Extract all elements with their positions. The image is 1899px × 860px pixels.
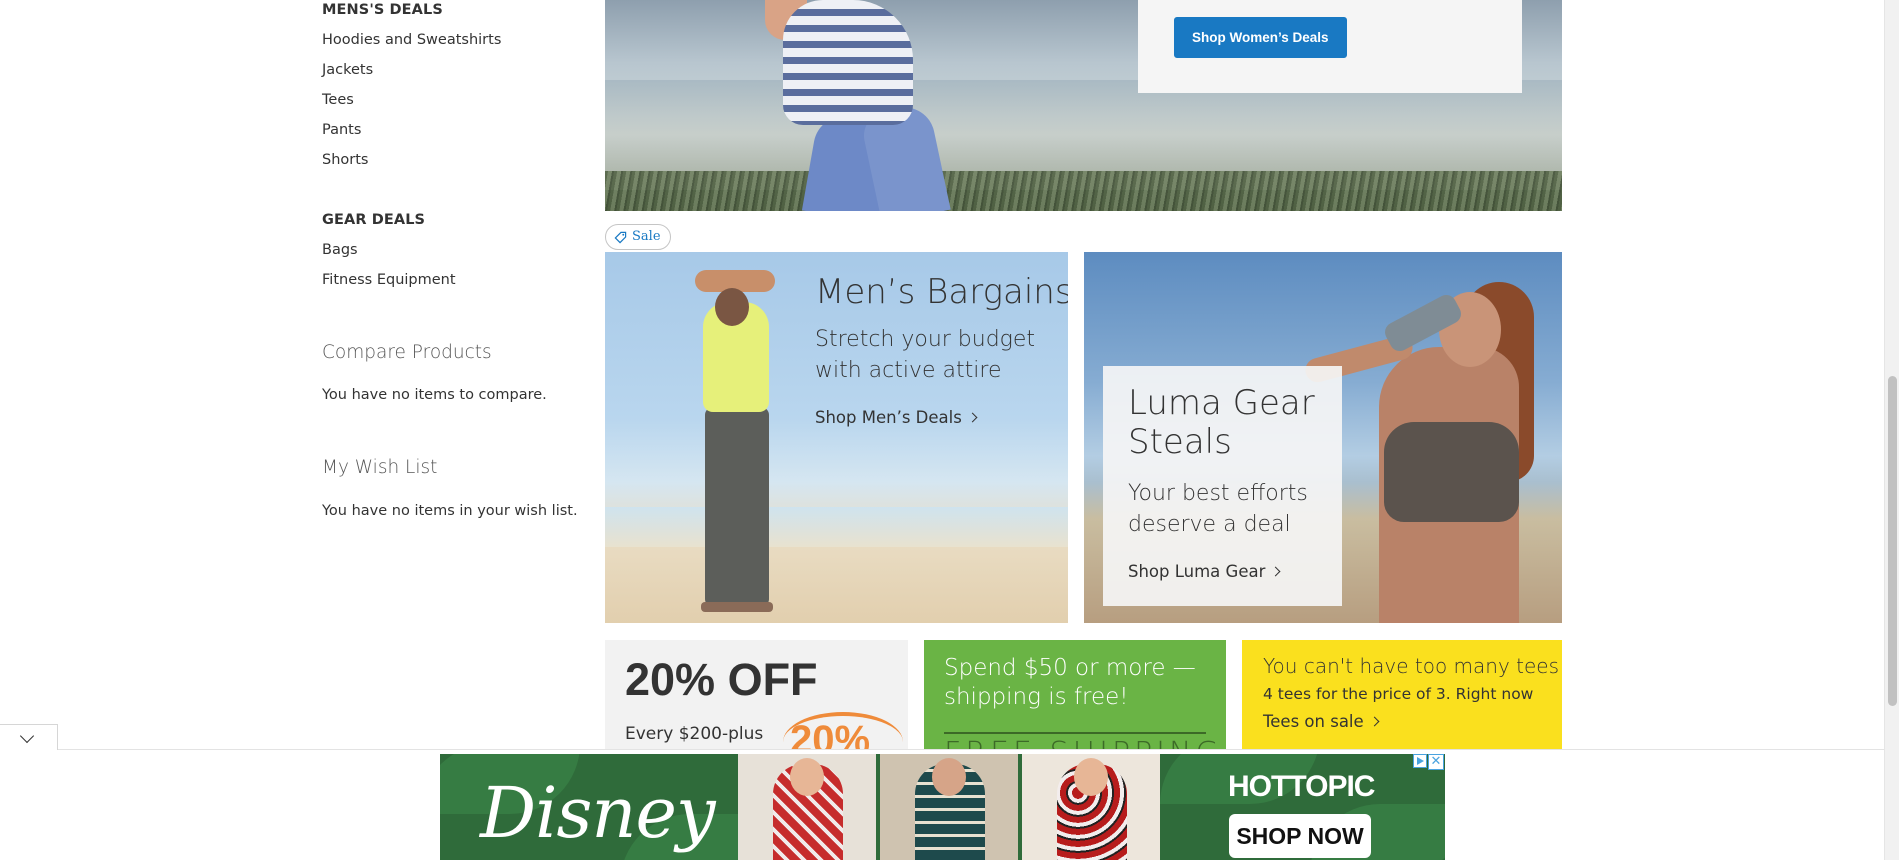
ad-close-button[interactable]: ✕ [1428,754,1444,770]
womens-deals-hero: Shop Women’s Deals [605,0,1562,211]
luma-gear-panel: Luma Gear Steals Your best efforts deser… [1103,366,1342,606]
twenty-off-graphic-text: 20% [790,718,871,750]
scrollbar-thumb[interactable] [1888,376,1897,706]
tees-promo-subtitle: 4 tees for the price of 3. Right now [1263,685,1534,703]
chevron-right-icon [1270,566,1281,577]
mens-bargains-title: Men’s Bargains [815,272,1068,312]
shop-luma-gear-label: Shop Luma Gear [1128,562,1266,581]
ad-photo [738,754,876,860]
ad-collapse-toggle[interactable] [0,724,58,750]
chevron-down-icon [19,728,35,744]
wishlist-title: My Wish List [322,457,438,478]
woman-sports-bra [1384,422,1519,522]
shop-luma-gear-link[interactable]: Shop Luma Gear [1128,562,1281,581]
mens-deals-heading: MENS'S DEALS [322,2,443,18]
free-shipping-banner: FREE SHIPPING [944,736,1223,750]
ad-model-face [1074,758,1108,796]
tees-on-sale-label: Tees on sale [1263,712,1364,731]
tees-on-sale-link[interactable]: Tees on sale [1263,712,1380,731]
free-shipping-divider [944,732,1206,734]
luma-gear-title: Luma Gear Steals [1128,383,1315,462]
compare-empty-text: You have no items to compare. [322,387,547,403]
chevron-right-icon [1369,716,1380,727]
runner-striped-top [783,0,913,125]
hero-grass [605,171,1562,211]
free-shipping-promo[interactable]: Spend $50 or more — shipping is free! FR… [924,640,1226,750]
disney-hottopic-ad[interactable]: Disney HOTTOPIC SHOP NOW [440,754,1445,860]
ad-photo [880,754,1018,860]
tag-icon [614,231,627,243]
compare-products-title: Compare Products [322,342,492,363]
sidebar-item-pants[interactable]: Pants [322,122,361,138]
man-feet [701,602,773,612]
luma-gear-card[interactable]: Luma Gear Steals Your best efforts deser… [1084,252,1562,623]
disney-logo: Disney [480,772,715,854]
shop-mens-deals-label: Shop Men’s Deals [815,408,962,427]
twenty-off-promo[interactable]: 20% OFF Every $200-plus 20% [605,640,908,750]
wishlist-empty-text: You have no items in your wish list. [322,503,578,519]
sale-badge: Sale [605,224,671,250]
ad-photo [1022,754,1160,860]
twenty-off-subtitle: Every $200-plus [625,724,764,744]
gear-deals-heading: GEAR DEALS [322,212,426,228]
man-head [715,288,749,326]
twenty-off-title: 20% OFF [625,654,818,705]
tees-promo[interactable]: You can't have too many tees 4 tees for … [1242,640,1562,750]
sidebar-item-tees[interactable]: Tees [322,92,354,108]
sale-badge-label: Sale [632,229,661,244]
sidebar-item-shorts[interactable]: Shorts [322,152,368,168]
ad-model-face [790,758,824,796]
chevron-right-icon [967,412,978,423]
ad-shop-now-button[interactable]: SHOP NOW [1229,814,1371,858]
shop-mens-deals-link[interactable]: Shop Men’s Deals [815,408,978,427]
man-pants [705,407,769,607]
hero-card: Shop Women’s Deals [1138,0,1522,93]
sidebar-item-hoodies[interactable]: Hoodies and Sweatshirts [322,32,501,48]
mens-bargains-card[interactable]: Men’s Bargains Stretch your budget with … [605,252,1068,623]
luma-gear-subtitle: Your best efforts deserve a deal [1128,481,1308,537]
tees-promo-title: You can't have too many tees [1263,654,1560,678]
shop-womens-deals-button[interactable]: Shop Women’s Deals [1174,17,1347,58]
sidebar-item-fitness-equipment[interactable]: Fitness Equipment [322,272,456,288]
mens-bargains-subtitle: Stretch your budget with active attire [815,327,1036,383]
ad-model-face [932,758,966,796]
hottopic-logo: HOTTOPIC [1228,770,1375,803]
free-shipping-text: Spend $50 or more — shipping is free! [944,655,1196,710]
ad-info-icon[interactable] [1413,754,1427,768]
page-scrollbar[interactable] [1884,0,1899,860]
beach-sea [605,507,1068,547]
sidebar-item-jackets[interactable]: Jackets [322,62,373,78]
sidebar-item-bags[interactable]: Bags [322,242,358,258]
